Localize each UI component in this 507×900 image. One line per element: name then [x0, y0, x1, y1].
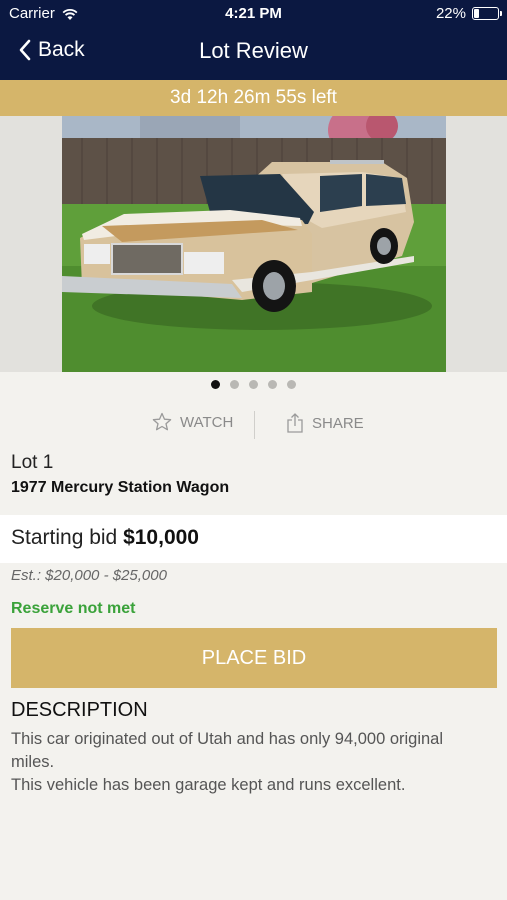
- photo-gallery[interactable]: [0, 116, 507, 372]
- lot-actions: WATCH SHARE: [0, 408, 507, 442]
- share-icon: [287, 413, 303, 433]
- status-time: 4:21 PM: [225, 5, 282, 22]
- star-icon: [152, 412, 172, 431]
- battery-percent: 22%: [435, 5, 466, 22]
- car-photo-image: [62, 116, 446, 372]
- starting-bid-amount: $10,000: [123, 526, 199, 549]
- starting-bid-row: Starting bid $10,000: [0, 515, 507, 563]
- lot-number: Lot 1: [11, 452, 54, 473]
- description-line: This car originated out of Utah and has …: [11, 730, 444, 771]
- share-button[interactable]: SHARE: [286, 412, 364, 434]
- share-label: SHARE: [312, 414, 364, 432]
- lot-photo[interactable]: [62, 116, 446, 372]
- pagination-dot[interactable]: [230, 380, 239, 389]
- countdown-banner: 3d 12h 26m 55s left: [0, 80, 507, 116]
- estimate-text: Est.: $20,000 - $25,000: [11, 567, 167, 584]
- starting-bid: Starting bid $10,000: [11, 526, 199, 550]
- description-line: This vehicle has been garage kept and ru…: [11, 776, 406, 794]
- pagination-dot[interactable]: [268, 380, 277, 389]
- pagination-dot[interactable]: [249, 380, 258, 389]
- pagination-dot[interactable]: [287, 380, 296, 389]
- status-bar: Carrier 4:21 PM 22%: [0, 0, 507, 28]
- place-bid-button[interactable]: PLACE BID: [11, 628, 497, 688]
- watch-label: WATCH: [180, 413, 234, 431]
- reserve-status: Reserve not met: [11, 600, 136, 617]
- description-heading: DESCRIPTION: [11, 699, 148, 721]
- battery-icon: [472, 7, 502, 20]
- description-text: This car originated out of Utah and has …: [11, 728, 481, 797]
- starting-bid-label: Starting bid: [11, 526, 118, 549]
- page-title: Lot Review: [199, 38, 308, 63]
- watch-button[interactable]: WATCH: [152, 412, 233, 432]
- lot-title: 1977 Mercury Station Wagon: [11, 479, 230, 496]
- pagination-dot[interactable]: [211, 380, 220, 389]
- action-divider: [254, 411, 255, 439]
- gallery-pagination[interactable]: [0, 380, 507, 389]
- battery-indicator: 22%: [435, 5, 502, 22]
- nav-bar: Back Lot Review: [0, 28, 507, 80]
